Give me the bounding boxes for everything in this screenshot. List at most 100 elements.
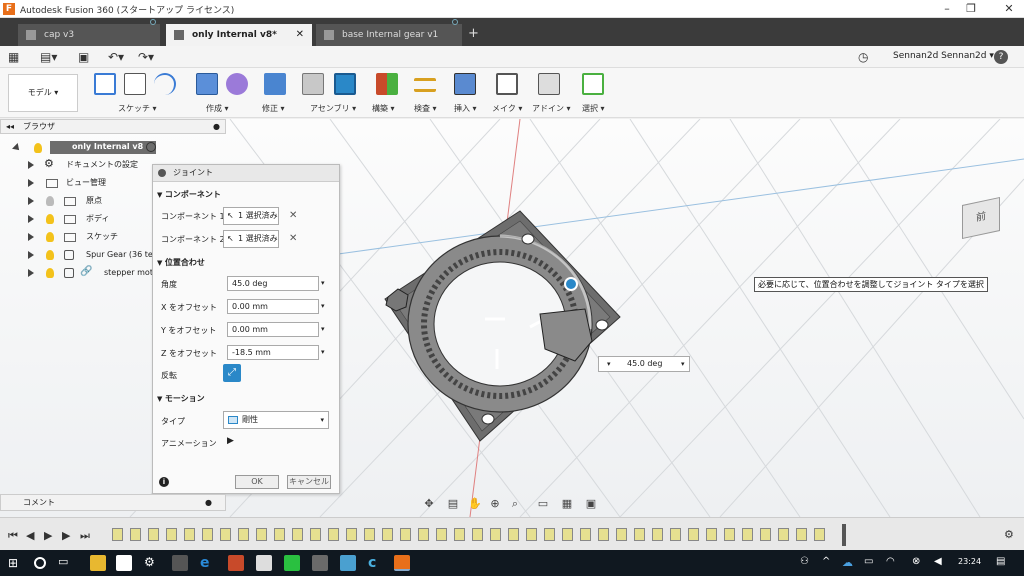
collapse-icon[interactable]: ◂◂	[6, 120, 14, 133]
timeline-feature-icon[interactable]	[778, 528, 789, 541]
joint-dialog-title-bar[interactable]: ジョイント	[153, 165, 339, 182]
close-tab-icon[interactable]: ✕	[296, 24, 304, 46]
clear-selection-icon[interactable]: ✕	[289, 210, 297, 221]
maximize-button[interactable]: ❐	[956, 0, 986, 18]
display-settings-icon[interactable]: ▭	[536, 498, 550, 510]
timeline-feature-icon[interactable]	[418, 528, 429, 541]
x-offset-field[interactable]: 0.00 mm	[227, 299, 319, 314]
timeline-marker[interactable]	[842, 524, 846, 546]
clock[interactable]: 23:24	[958, 557, 981, 566]
timeline-feature-icon[interactable]	[814, 528, 825, 541]
expand-arrow-icon[interactable]	[12, 143, 22, 153]
timeline-feature-icon[interactable]	[328, 528, 339, 541]
app-icon[interactable]	[340, 555, 356, 571]
grid-settings-icon[interactable]: ▦	[560, 498, 574, 510]
volume-icon[interactable]: ◀	[934, 556, 942, 567]
job-status-icon[interactable]: ◷	[858, 50, 868, 64]
browser-root[interactable]: only Internal v8	[12, 140, 214, 156]
browser-panel-header[interactable]: ◂◂ ブラウザ ●	[0, 119, 226, 134]
expand-arrow-icon[interactable]	[28, 197, 34, 205]
angle-field[interactable]: 45.0 deg	[227, 276, 319, 291]
save-icon[interactable]: ▣	[78, 50, 89, 64]
timeline-feature-icon[interactable]	[688, 528, 699, 541]
close-window-button[interactable]: ✕	[994, 0, 1024, 18]
timeline-feature-icon[interactable]	[580, 528, 591, 541]
onedrive-icon[interactable]: ☁	[842, 556, 853, 569]
cortana-icon[interactable]	[34, 557, 46, 569]
visibility-bulb-icon[interactable]	[46, 196, 54, 206]
timeline-feature-icon[interactable]	[760, 528, 771, 541]
timeline-feature-icon[interactable]	[670, 528, 681, 541]
modify-menu[interactable]: 修正 ▾	[262, 103, 285, 114]
timeline-feature-icon[interactable]	[472, 528, 483, 541]
dropdown-arrow-icon[interactable]: ▾	[607, 357, 611, 371]
timeline-feature-icon[interactable]	[490, 528, 501, 541]
fit-icon[interactable]: ⌕	[508, 498, 522, 510]
select-icon[interactable]	[582, 73, 604, 95]
redo-icon[interactable]: ↷▾	[138, 50, 154, 64]
timeline-feature-icon[interactable]	[526, 528, 537, 541]
joint-icon[interactable]	[334, 73, 356, 95]
play-animation-icon[interactable]: ▶	[227, 436, 234, 446]
calculator-icon[interactable]	[172, 555, 188, 571]
line-app-icon[interactable]	[284, 555, 300, 571]
timeline-feature-icon[interactable]	[742, 528, 753, 541]
c-app-icon[interactable]: c	[368, 555, 384, 571]
windows-start-icon[interactable]: ⊞	[8, 555, 24, 571]
dropdown-arrow-icon[interactable]: ▾	[681, 357, 685, 371]
sketch-menu[interactable]: スケッチ ▾	[118, 103, 157, 114]
play-icon[interactable]: ▶	[44, 529, 52, 542]
timeline-feature-icon[interactable]	[148, 528, 159, 541]
addins-menu[interactable]: アドイン ▾	[532, 103, 571, 114]
step-forward-icon[interactable]: ▶	[62, 529, 70, 542]
timeline-feature-icon[interactable]	[166, 528, 177, 541]
tab-only-internal-v8[interactable]: only Internal v8* ✕	[166, 24, 312, 46]
dropdown-arrow-icon[interactable]: ▾	[321, 279, 325, 287]
timeline-feature-icon[interactable]	[796, 528, 807, 541]
wifi-icon[interactable]: ◠	[886, 556, 895, 567]
photos-icon[interactable]	[312, 555, 328, 571]
new-component-icon[interactable]	[302, 73, 324, 95]
joint-origin-marker[interactable]	[564, 277, 578, 291]
component2-selector[interactable]: ↖ 1 選択済み	[223, 230, 279, 248]
tab-cap-v3[interactable]: cap v3	[18, 19, 160, 46]
timeline-feature-icon[interactable]	[382, 528, 393, 541]
viewports-icon[interactable]: ▣	[584, 498, 598, 510]
flip-button[interactable]: ⤢	[223, 364, 241, 382]
timeline-feature-icon[interactable]	[508, 528, 519, 541]
fusion360-taskbar-icon[interactable]	[394, 555, 410, 571]
joint-type-select[interactable]: 剛性 ▾	[223, 411, 329, 429]
alignment-section-header[interactable]: 位置合わせ	[157, 257, 205, 268]
visibility-bulb-icon[interactable]	[46, 250, 54, 260]
timeline-feature-icon[interactable]	[238, 528, 249, 541]
dropdown-arrow-icon[interactable]: ▾	[321, 302, 325, 310]
timeline-feature-icon[interactable]	[652, 528, 663, 541]
motion-section-header[interactable]: モーション	[157, 393, 205, 404]
timeline-feature-icon[interactable]	[202, 528, 213, 541]
mute-icon[interactable]: ⊗	[912, 556, 920, 567]
create-sketch-icon[interactable]	[94, 73, 116, 95]
step-back-icon[interactable]: ◀	[26, 529, 34, 542]
expand-arrow-icon[interactable]	[28, 269, 34, 277]
pan-icon[interactable]: ✋	[468, 498, 482, 510]
dropdown-arrow-icon[interactable]: ▾	[321, 348, 325, 356]
make-menu[interactable]: メイク ▾	[492, 103, 522, 114]
timeline-feature-icon[interactable]	[400, 528, 411, 541]
clear-selection-icon[interactable]: ✕	[289, 233, 297, 244]
create-menu[interactable]: 作成 ▾	[206, 103, 229, 114]
activate-radio-icon[interactable]	[146, 142, 156, 152]
select-menu[interactable]: 選択 ▾	[582, 103, 605, 114]
root-component-label[interactable]: only Internal v8	[50, 141, 156, 154]
timeline-feature-icon[interactable]	[724, 528, 735, 541]
look-at-icon[interactable]: ▤	[446, 498, 460, 510]
insert-menu[interactable]: 挿入 ▾	[454, 103, 477, 114]
file-explorer-icon[interactable]	[90, 555, 106, 571]
timeline-feature-icon[interactable]	[562, 528, 573, 541]
rectangle-icon[interactable]	[124, 73, 146, 95]
tab-base-internal-gear-v1[interactable]: base Internal gear v1	[316, 19, 462, 46]
settings-icon[interactable]: ⚙	[144, 555, 160, 571]
go-to-end-icon[interactable]: ⏭	[80, 529, 90, 543]
timeline-feature-icon[interactable]	[544, 528, 555, 541]
browser-options-icon[interactable]: ●	[213, 120, 220, 133]
y-offset-field[interactable]: 0.00 mm	[227, 322, 319, 337]
